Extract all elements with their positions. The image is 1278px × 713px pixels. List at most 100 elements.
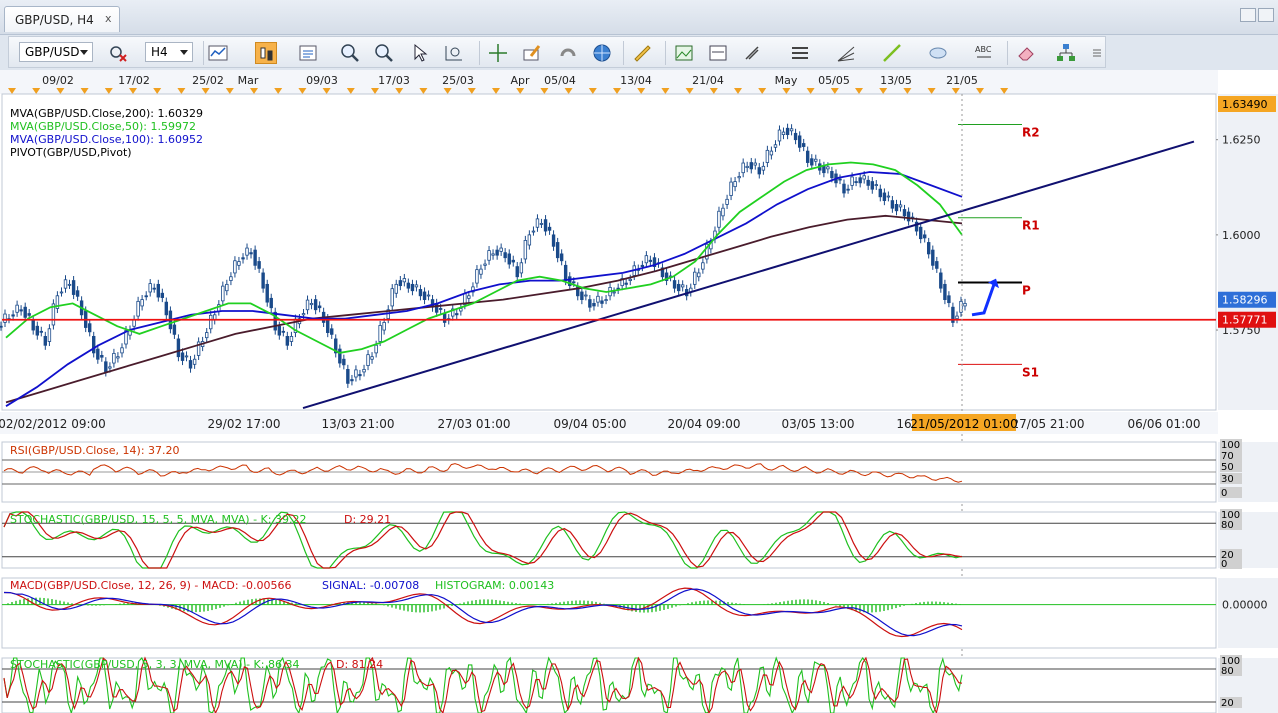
crosshair-icon[interactable] (487, 42, 509, 64)
timeframe-select[interactable]: H4 (145, 42, 193, 62)
candle-body (467, 295, 471, 299)
image-icon[interactable] (673, 42, 695, 64)
candle-body (777, 129, 782, 142)
candle-body (672, 280, 677, 289)
edit-drawing-icon[interactable] (521, 42, 543, 64)
pivot-price-text: 1.57771 (1222, 314, 1268, 327)
tab-gbpusd-h4[interactable]: GBP/USD, H4 x (4, 6, 120, 32)
candle-body (88, 323, 92, 333)
toolbar-separator (1007, 41, 1008, 65)
ruler-icon[interactable] (631, 42, 653, 64)
candle-body (100, 355, 104, 358)
symbol-select[interactable]: GBP/USD (19, 42, 93, 62)
chart-area[interactable]: 09/02 17/02 25/02 Mar 09/03 17/03 25/03 Apr 05/0… (0, 70, 1278, 713)
magnet-icon[interactable] (557, 42, 579, 64)
candle-body (721, 207, 725, 217)
candle-body (132, 319, 136, 327)
candle-body (414, 284, 419, 288)
candle-body (479, 268, 483, 275)
cursor-time-text: 21/05/2012 01:00 (910, 417, 1018, 431)
zoom-in-icon[interactable] (339, 42, 361, 64)
candle-body (757, 167, 761, 175)
candle-body (527, 234, 532, 246)
candle-body (350, 379, 354, 382)
candle-body (943, 283, 947, 300)
cursor-icon[interactable] (409, 42, 431, 64)
candle-body (882, 192, 887, 202)
top-date-label: 09/03 (306, 74, 338, 87)
candle-body (890, 200, 895, 209)
candle-body (63, 279, 68, 289)
candle-body (717, 210, 721, 228)
candle-body (749, 162, 753, 170)
close-window-icon[interactable] (1258, 8, 1274, 22)
candle-body (842, 183, 846, 194)
top-date-label: 13/04 (620, 74, 652, 87)
candle-body (71, 280, 76, 295)
candle-body (543, 219, 548, 232)
toolbar-separator (479, 41, 480, 65)
candle-body (382, 322, 386, 331)
chart-type-icon[interactable] (207, 42, 229, 64)
toolbar-overflow-icon[interactable] (1087, 42, 1109, 64)
candle-body (725, 198, 729, 205)
candle-body (442, 313, 447, 323)
candle-body (390, 288, 394, 307)
candle-body (592, 302, 596, 307)
remove-indicator-icon[interactable] (107, 42, 129, 64)
candle-body (459, 308, 463, 312)
pivot-label-r1: R1 (1022, 219, 1040, 233)
rsi-level-label: 100 (1221, 440, 1240, 451)
candle-body (503, 252, 507, 259)
stoch-label: STOCHASTIC(GBP/USD, 15, 5, 5, MVA, MVA) … (10, 513, 306, 526)
globe-icon[interactable] (591, 42, 613, 64)
chart-svg[interactable]: 09/02 17/02 25/02 Mar 09/03 17/03 25/03 Apr 05/0… (0, 70, 1278, 713)
abc-label: ABC (975, 45, 992, 54)
candle-body (0, 325, 3, 328)
ellipse-icon[interactable] (927, 42, 949, 64)
candle-body (67, 283, 72, 286)
candle-body (112, 352, 116, 364)
candle-body (773, 144, 778, 148)
candle-body (358, 374, 362, 377)
hierarchy-icon[interactable] (1055, 42, 1077, 64)
candle-body (797, 135, 802, 148)
candle-body (547, 226, 552, 231)
candle-body (963, 302, 967, 307)
candle-body (846, 188, 850, 191)
close-tab-icon[interactable]: x (105, 12, 112, 25)
top-date-label: Apr (510, 74, 530, 87)
eraser-icon[interactable] (1015, 42, 1037, 64)
candle-body (410, 283, 415, 292)
zoom-out-icon[interactable] (373, 42, 395, 64)
tools-icon[interactable] (741, 42, 763, 64)
top-date-axis: 09/02 17/02 25/02 Mar 09/03 17/03 25/03 Apr 05/0… (0, 70, 1218, 94)
candle-body (346, 368, 350, 384)
top-date-label: 17/02 (118, 74, 150, 87)
macd-label: MACD(GBP/USD.Close, 12, 26, 9) - MACD: -… (10, 579, 292, 592)
candle-body (648, 259, 653, 262)
candles-view-icon[interactable] (255, 42, 277, 64)
candle-body (438, 308, 443, 310)
top-date-label: 17/03 (378, 74, 410, 87)
data-window-icon[interactable] (297, 42, 319, 64)
candle-body (426, 294, 431, 297)
pivot-label-s1: S1 (1022, 365, 1039, 379)
candle-body (221, 285, 225, 302)
candle-body (531, 230, 536, 233)
candle-body (92, 335, 96, 354)
top-date-label: May (775, 74, 798, 87)
candle-body (483, 263, 487, 266)
candle-body (120, 347, 124, 354)
candle-body (253, 249, 257, 266)
zoom-area-icon[interactable] (443, 42, 465, 64)
lines-menu-icon[interactable] (789, 42, 811, 64)
fan-icon[interactable] (835, 42, 857, 64)
candle-body (277, 325, 282, 336)
candle-body (676, 283, 681, 292)
text-tool-icon[interactable]: ABC (973, 42, 995, 64)
candle-body (499, 247, 503, 252)
template-icon[interactable] (707, 42, 729, 64)
restore-window-icon[interactable] (1240, 8, 1256, 22)
trendline-icon[interactable] (881, 42, 903, 64)
